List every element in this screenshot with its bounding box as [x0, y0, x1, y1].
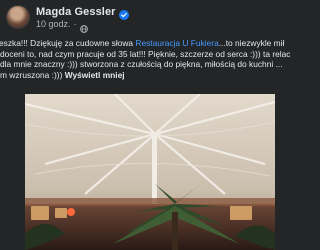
- meta-separator: ·: [73, 19, 77, 29]
- post-text-line: eszka!!! Dziękuję za cudowne słowa Resta…: [0, 38, 300, 49]
- author-row: Magda Gessler: [36, 5, 129, 20]
- author-name[interactable]: Magda Gessler: [36, 6, 116, 18]
- post-text-line: doceni to, nad czym pracuje od 35 lat!!!…: [0, 48, 291, 59]
- post-text-segment: eszka!!! Dziękuję za cudowne słowa: [0, 38, 136, 48]
- post-header: Magda Gessler 10 godz. ·: [0, 0, 300, 34]
- post-text-segment: ...to niezwykle mił: [218, 38, 285, 48]
- verified-badge-icon: [118, 7, 129, 20]
- post-meta: 10 godz. ·: [36, 19, 88, 33]
- see-less-link[interactable]: Wyświetl mniej: [65, 70, 125, 80]
- post-text-line: m wzruszona :))) Wyświetl mniej: [0, 70, 300, 81]
- post-text: eszka!!! Dziękuję za cudowne słowa Resta…: [0, 38, 300, 90]
- post-text-segment: m wzruszona :))): [0, 69, 65, 80]
- post-photo[interactable]: [25, 94, 275, 250]
- post-text-line: dla mnie znaczny :))) stworzona z czułoś…: [0, 59, 283, 70]
- avatar[interactable]: [6, 5, 30, 29]
- facebook-post: Magda Gessler 10 godz. · eszka!!! Dzięku…: [0, 0, 300, 250]
- globe-icon[interactable]: [79, 20, 88, 33]
- post-timestamp[interactable]: 10 godz.: [36, 19, 71, 29]
- page-mention-link[interactable]: Restauracja U Fukiera: [135, 38, 218, 48]
